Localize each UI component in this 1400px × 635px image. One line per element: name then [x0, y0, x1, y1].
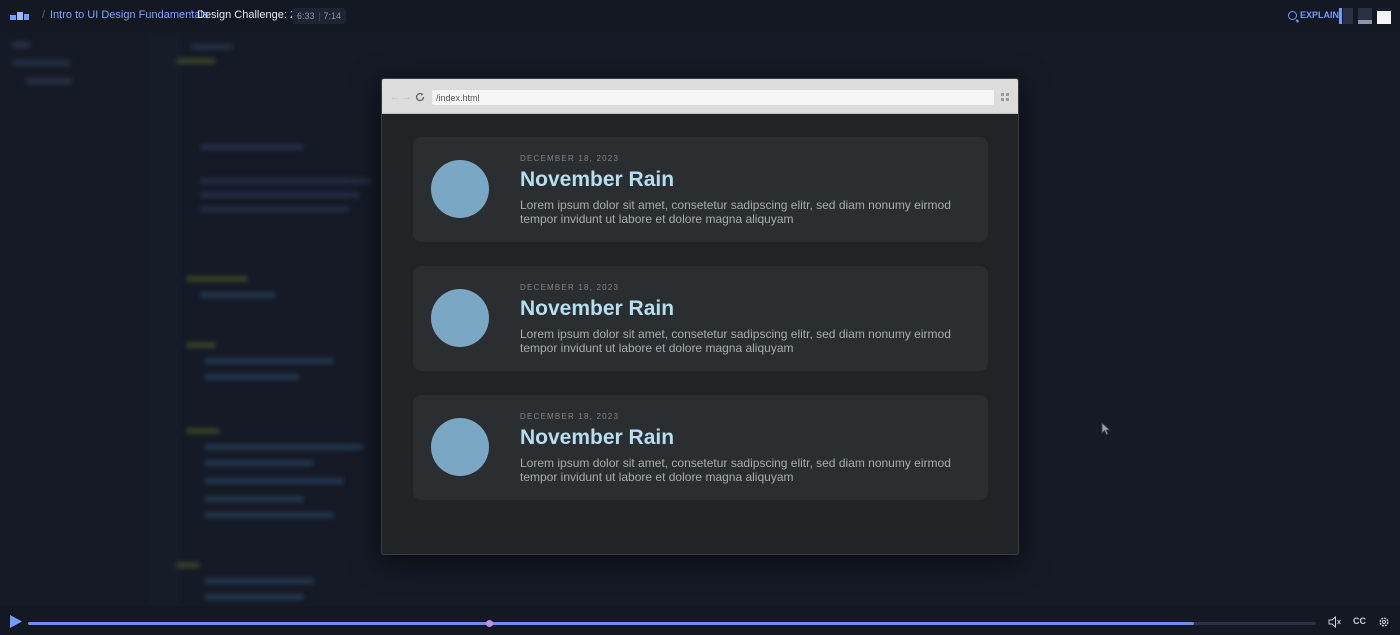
timeline-marker[interactable] — [485, 620, 493, 627]
breadcrumb-separator: / — [189, 9, 193, 21]
captions-button[interactable]: CC — [1353, 616, 1366, 626]
list-item: DECEMBER 18, 2023 November Rain Lorem ip… — [413, 266, 988, 371]
card-text: Lorem ipsum dolor sit amet, consetetur s… — [520, 198, 951, 226]
url-input[interactable] — [432, 90, 994, 105]
time-total: 7:14 — [323, 11, 342, 21]
app-window: / Intro to UI Design Fundamentals / Desi… — [0, 0, 1400, 635]
video-player-bar: CC — [0, 606, 1400, 635]
avatar — [431, 289, 489, 347]
layout-fullscreen-button[interactable] — [1377, 8, 1391, 24]
top-bar: / Intro to UI Design Fundamentals / Desi… — [0, 0, 1400, 32]
avatar — [431, 160, 489, 218]
card-title: November Rain — [520, 297, 675, 320]
card-title: November Rain — [520, 168, 675, 191]
timeline-progress — [28, 622, 1194, 625]
explain-button[interactable]: EXPLAIN — [1288, 10, 1339, 20]
file-sidebar — [0, 32, 150, 606]
time-divider — [318, 11, 320, 21]
volume-icon[interactable] — [1328, 616, 1342, 628]
layout-sidebar-button[interactable] — [1339, 8, 1353, 24]
editor-gutter — [150, 32, 180, 606]
avatar — [431, 418, 489, 476]
card-text: Lorem ipsum dolor sit amet, consetetur s… — [520, 327, 951, 355]
card-text: Lorem ipsum dolor sit amet, consetetur s… — [520, 456, 951, 484]
card-date: DECEMBER 18, 2023 — [520, 154, 620, 163]
browser-toolbar: ← → — [382, 79, 1018, 114]
reload-icon[interactable] — [415, 92, 425, 102]
grid-menu-icon[interactable] — [1001, 93, 1009, 101]
card-date: DECEMBER 18, 2023 — [520, 412, 620, 421]
lesson-duration-badge: 6:33 7:14 — [292, 8, 347, 24]
time-current: 6:33 — [297, 11, 315, 21]
gear-icon[interactable] — [1378, 616, 1390, 628]
breadcrumb-course-link[interactable]: Intro to UI Design Fundamentals — [50, 9, 208, 21]
forward-arrow-icon[interactable]: → — [402, 92, 412, 103]
list-item: DECEMBER 18, 2023 November Rain Lorem ip… — [413, 137, 988, 242]
search-icon — [1288, 10, 1297, 20]
card-title: November Rain — [520, 426, 675, 449]
card-date: DECEMBER 18, 2023 — [520, 283, 620, 292]
list-item: DECEMBER 18, 2023 November Rain Lorem ip… — [413, 395, 988, 500]
scrimba-logo-icon[interactable] — [10, 10, 30, 22]
timeline-scrubber[interactable] — [28, 620, 1316, 627]
browser-preview-window: ← → DECEMBER 18, 2023 November Rain Lore… — [381, 78, 1019, 555]
explain-label: EXPLAIN — [1300, 10, 1340, 20]
breadcrumb-separator: / — [42, 9, 46, 21]
layout-bottom-button[interactable] — [1358, 8, 1372, 24]
back-arrow-icon[interactable]: ← — [390, 92, 400, 103]
breadcrumb-lesson-title: Design Challenge: 2 — [197, 9, 297, 21]
mouse-cursor-icon — [1101, 422, 1111, 436]
play-icon[interactable] — [10, 615, 22, 628]
